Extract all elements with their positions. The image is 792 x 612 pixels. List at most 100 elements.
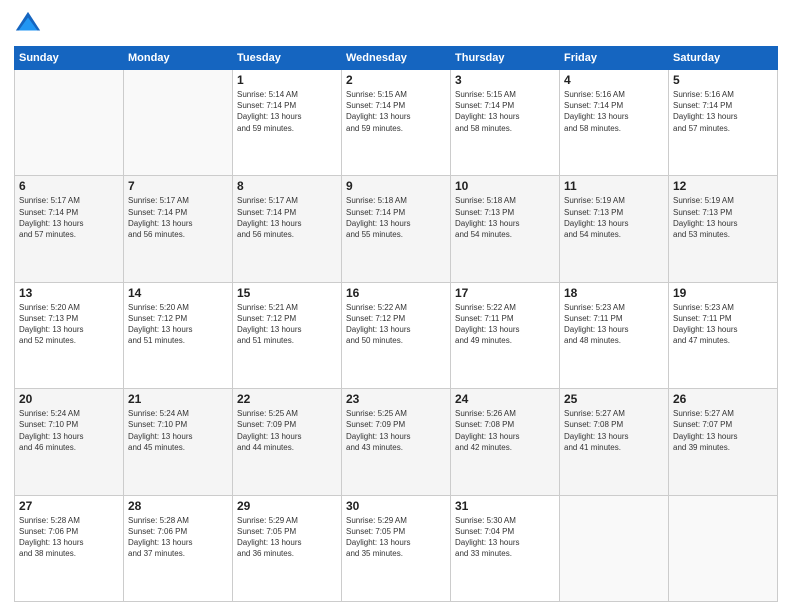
calendar-cell: 13 Sunrise: 5:20 AM Sunset: 7:13 PM Dayli… — [15, 282, 124, 388]
day-number: 27 — [19, 499, 119, 513]
calendar-table: SundayMondayTuesdayWednesdayThursdayFrid… — [14, 46, 778, 602]
weekday-header-friday: Friday — [560, 47, 669, 70]
day-info: Sunrise: 5:18 AM Sunset: 7:13 PM Dayligh… — [455, 195, 555, 240]
week-row-4: 20 Sunrise: 5:24 AM Sunset: 7:10 PM Dayli… — [15, 389, 778, 495]
day-number: 6 — [19, 179, 119, 193]
day-info: Sunrise: 5:21 AM Sunset: 7:12 PM Dayligh… — [237, 302, 337, 347]
week-row-3: 13 Sunrise: 5:20 AM Sunset: 7:13 PM Dayli… — [15, 282, 778, 388]
calendar-cell: 19 Sunrise: 5:23 AM Sunset: 7:11 PM Dayli… — [669, 282, 778, 388]
day-number: 19 — [673, 286, 773, 300]
calendar-cell: 29 Sunrise: 5:29 AM Sunset: 7:05 PM Dayli… — [233, 495, 342, 601]
calendar-cell: 28 Sunrise: 5:28 AM Sunset: 7:06 PM Dayli… — [124, 495, 233, 601]
week-row-2: 6 Sunrise: 5:17 AM Sunset: 7:14 PM Daylig… — [15, 176, 778, 282]
calendar-cell: 2 Sunrise: 5:15 AM Sunset: 7:14 PM Daylig… — [342, 70, 451, 176]
week-row-5: 27 Sunrise: 5:28 AM Sunset: 7:06 PM Dayli… — [15, 495, 778, 601]
day-info: Sunrise: 5:25 AM Sunset: 7:09 PM Dayligh… — [237, 408, 337, 453]
calendar-cell: 14 Sunrise: 5:20 AM Sunset: 7:12 PM Dayli… — [124, 282, 233, 388]
day-number: 21 — [128, 392, 228, 406]
weekday-header-wednesday: Wednesday — [342, 47, 451, 70]
day-number: 14 — [128, 286, 228, 300]
calendar-cell: 6 Sunrise: 5:17 AM Sunset: 7:14 PM Daylig… — [15, 176, 124, 282]
day-number: 31 — [455, 499, 555, 513]
calendar-cell: 23 Sunrise: 5:25 AM Sunset: 7:09 PM Dayli… — [342, 389, 451, 495]
calendar-cell — [15, 70, 124, 176]
day-number: 3 — [455, 73, 555, 87]
calendar-cell: 11 Sunrise: 5:19 AM Sunset: 7:13 PM Dayli… — [560, 176, 669, 282]
calendar-cell: 27Sunrise: 5:28 AM Sunset: 7:06 PM Dayli… — [15, 495, 124, 601]
day-info: Sunrise: 5:24 AM Sunset: 7:10 PM Dayligh… — [128, 408, 228, 453]
calendar-cell: 9 Sunrise: 5:18 AM Sunset: 7:14 PM Daylig… — [342, 176, 451, 282]
day-info: Sunrise: 5:19 AM Sunset: 7:13 PM Dayligh… — [673, 195, 773, 240]
day-info: Sunrise: 5:22 AM Sunset: 7:11 PM Dayligh… — [455, 302, 555, 347]
day-number: 29 — [237, 499, 337, 513]
day-number: 13 — [19, 286, 119, 300]
day-number: 4 — [564, 73, 664, 87]
page: SundayMondayTuesdayWednesdayThursdayFrid… — [0, 0, 792, 612]
day-info: Sunrise: 5:17 AM Sunset: 7:14 PM Dayligh… — [237, 195, 337, 240]
calendar-cell — [669, 495, 778, 601]
day-info: Sunrise: 5:27 AM Sunset: 7:07 PM Dayligh… — [673, 408, 773, 453]
day-info: Sunrise: 5:17 AM Sunset: 7:14 PM Dayligh… — [128, 195, 228, 240]
header — [14, 10, 778, 38]
day-number: 5 — [673, 73, 773, 87]
day-info: Sunrise: 5:15 AM Sunset: 7:14 PM Dayligh… — [455, 89, 555, 134]
day-number: 24 — [455, 392, 555, 406]
day-info: Sunrise: 5:22 AM Sunset: 7:12 PM Dayligh… — [346, 302, 446, 347]
calendar-cell: 22 Sunrise: 5:25 AM Sunset: 7:09 PM Dayli… — [233, 389, 342, 495]
day-info: Sunrise: 5:27 AM Sunset: 7:08 PM Dayligh… — [564, 408, 664, 453]
day-info: Sunrise: 5:20 AM Sunset: 7:12 PM Dayligh… — [128, 302, 228, 347]
day-info: Sunrise: 5:17 AM Sunset: 7:14 PM Dayligh… — [19, 195, 119, 240]
day-number: 26 — [673, 392, 773, 406]
calendar-cell: 12Sunrise: 5:19 AM Sunset: 7:13 PM Dayli… — [669, 176, 778, 282]
day-info: Sunrise: 5:29 AM Sunset: 7:05 PM Dayligh… — [346, 515, 446, 560]
calendar-cell: 15 Sunrise: 5:21 AM Sunset: 7:12 PM Dayli… — [233, 282, 342, 388]
day-number: 16 — [346, 286, 446, 300]
day-info: Sunrise: 5:30 AM Sunset: 7:04 PM Dayligh… — [455, 515, 555, 560]
calendar-cell: 3 Sunrise: 5:15 AM Sunset: 7:14 PM Daylig… — [451, 70, 560, 176]
weekday-header-sunday: Sunday — [15, 47, 124, 70]
calendar-cell: 10 Sunrise: 5:18 AM Sunset: 7:13 PM Dayli… — [451, 176, 560, 282]
day-number: 10 — [455, 179, 555, 193]
day-number: 25 — [564, 392, 664, 406]
calendar-cell: 7 Sunrise: 5:17 AM Sunset: 7:14 PM Daylig… — [124, 176, 233, 282]
calendar-cell: 21 Sunrise: 5:24 AM Sunset: 7:10 PM Dayli… — [124, 389, 233, 495]
calendar-cell — [560, 495, 669, 601]
calendar-cell: 25 Sunrise: 5:27 AM Sunset: 7:08 PM Dayli… — [560, 389, 669, 495]
day-info: Sunrise: 5:16 AM Sunset: 7:14 PM Dayligh… — [673, 89, 773, 134]
weekday-header-monday: Monday — [124, 47, 233, 70]
calendar-cell: 26 Sunrise: 5:27 AM Sunset: 7:07 PM Dayli… — [669, 389, 778, 495]
logo — [14, 10, 46, 38]
weekday-header-tuesday: Tuesday — [233, 47, 342, 70]
day-number: 15 — [237, 286, 337, 300]
calendar-cell: 16 Sunrise: 5:22 AM Sunset: 7:12 PM Dayli… — [342, 282, 451, 388]
day-number: 7 — [128, 179, 228, 193]
day-info: Sunrise: 5:23 AM Sunset: 7:11 PM Dayligh… — [673, 302, 773, 347]
calendar-cell: 4Sunrise: 5:16 AM Sunset: 7:14 PM Daylig… — [560, 70, 669, 176]
calendar-cell — [124, 70, 233, 176]
day-number: 20 — [19, 392, 119, 406]
week-row-1: 1Sunrise: 5:14 AM Sunset: 7:14 PM Daylig… — [15, 70, 778, 176]
calendar-cell: 30 Sunrise: 5:29 AM Sunset: 7:05 PM Dayli… — [342, 495, 451, 601]
day-info: Sunrise: 5:28 AM Sunset: 7:06 PM Dayligh… — [128, 515, 228, 560]
day-info: Sunrise: 5:24 AM Sunset: 7:10 PM Dayligh… — [19, 408, 119, 453]
day-info: Sunrise: 5:19 AM Sunset: 7:13 PM Dayligh… — [564, 195, 664, 240]
calendar-cell: 31 Sunrise: 5:30 AM Sunset: 7:04 PM Dayli… — [451, 495, 560, 601]
day-number: 9 — [346, 179, 446, 193]
day-info: Sunrise: 5:18 AM Sunset: 7:14 PM Dayligh… — [346, 195, 446, 240]
day-number: 28 — [128, 499, 228, 513]
weekday-header-row: SundayMondayTuesdayWednesdayThursdayFrid… — [15, 47, 778, 70]
day-number: 22 — [237, 392, 337, 406]
calendar-cell: 1Sunrise: 5:14 AM Sunset: 7:14 PM Daylig… — [233, 70, 342, 176]
day-info: Sunrise: 5:15 AM Sunset: 7:14 PM Dayligh… — [346, 89, 446, 134]
weekday-header-saturday: Saturday — [669, 47, 778, 70]
calendar-cell: 17Sunrise: 5:22 AM Sunset: 7:11 PM Dayli… — [451, 282, 560, 388]
day-number: 30 — [346, 499, 446, 513]
calendar-cell: 18Sunrise: 5:23 AM Sunset: 7:11 PM Dayli… — [560, 282, 669, 388]
day-info: Sunrise: 5:25 AM Sunset: 7:09 PM Dayligh… — [346, 408, 446, 453]
day-info: Sunrise: 5:20 AM Sunset: 7:13 PM Dayligh… — [19, 302, 119, 347]
day-number: 2 — [346, 73, 446, 87]
day-number: 23 — [346, 392, 446, 406]
day-info: Sunrise: 5:26 AM Sunset: 7:08 PM Dayligh… — [455, 408, 555, 453]
day-number: 11 — [564, 179, 664, 193]
day-info: Sunrise: 5:29 AM Sunset: 7:05 PM Dayligh… — [237, 515, 337, 560]
